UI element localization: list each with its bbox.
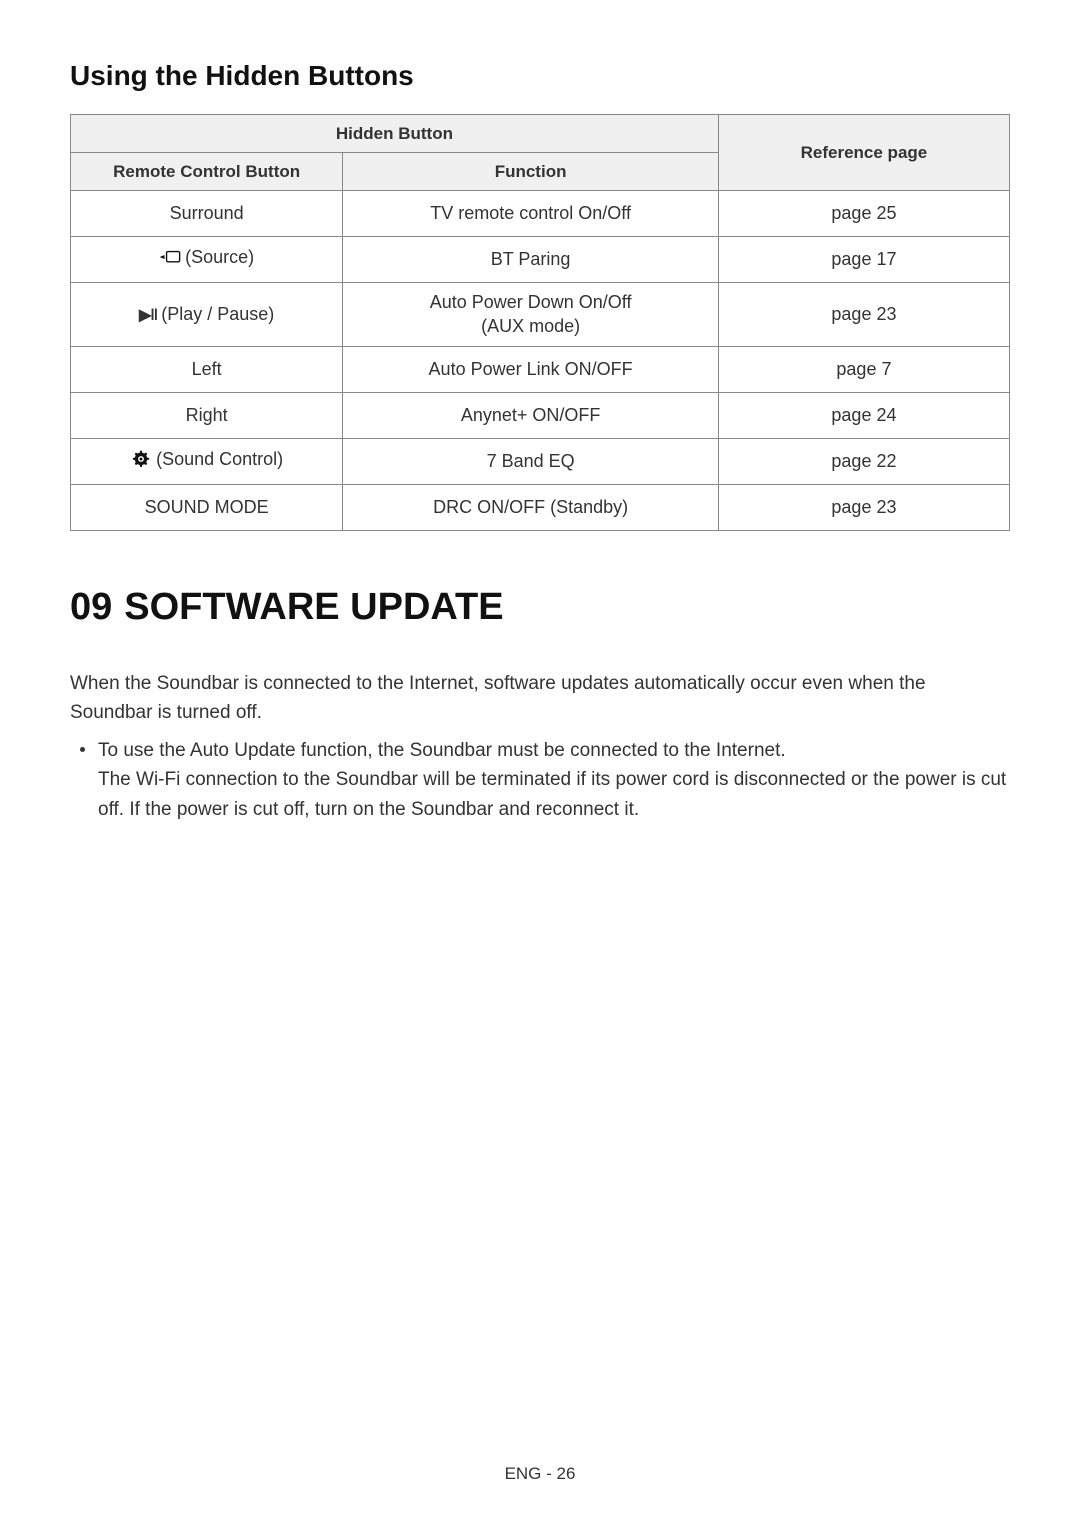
cell-remote: ▶ǁ (Play / Pause) xyxy=(71,283,343,347)
cell-ref: page 25 xyxy=(718,191,1009,237)
cell-function: BT Paring xyxy=(343,237,719,283)
cell-remote: Surround xyxy=(71,191,343,237)
bullet-list: To use the Auto Update function, the Sou… xyxy=(70,736,1010,824)
cell-remote: (Sound Control) xyxy=(71,439,343,485)
bullet-line-1: To use the Auto Update function, the Sou… xyxy=(98,740,786,761)
chapter-number: 09 xyxy=(70,586,112,629)
table-row: SOUND MODE DRC ON/OFF (Standby) page 23 xyxy=(71,485,1010,531)
chapter-title: SOFTWARE UPDATE xyxy=(124,586,503,628)
cell-function: Auto Power Down On/Off (AUX mode) xyxy=(343,283,719,347)
th-hidden-button-group: Hidden Button xyxy=(71,115,719,153)
cell-remote: Left xyxy=(71,347,343,393)
table-row: (Sound Control) 7 Band EQ page 22 xyxy=(71,439,1010,485)
source-icon xyxy=(159,247,181,267)
hidden-buttons-table: Hidden Button Reference page Remote Cont… xyxy=(70,114,1010,531)
th-reference-page: Reference page xyxy=(718,115,1009,191)
cell-ref: page 17 xyxy=(718,237,1009,283)
table-row: Left Auto Power Link ON/OFF page 7 xyxy=(71,347,1010,393)
cell-remote: SOUND MODE xyxy=(71,485,343,531)
intro-paragraph: When the Soundbar is connected to the In… xyxy=(70,669,1010,728)
cell-remote-label: (Play / Pause) xyxy=(161,304,274,325)
play-pause-icon: ▶ǁ xyxy=(139,305,157,325)
cell-ref: page 23 xyxy=(718,283,1009,347)
table-row: Right Anynet+ ON/OFF page 24 xyxy=(71,393,1010,439)
cell-remote-label: (Source) xyxy=(185,247,254,268)
cell-ref: page 23 xyxy=(718,485,1009,531)
cell-ref: page 24 xyxy=(718,393,1009,439)
cell-function-line1: Auto Power Down On/Off xyxy=(343,291,718,314)
table-row: Surround TV remote control On/Off page 2… xyxy=(71,191,1010,237)
cell-function: 7 Band EQ xyxy=(343,439,719,485)
cell-function: Auto Power Link ON/OFF xyxy=(343,347,719,393)
cell-function: DRC ON/OFF (Standby) xyxy=(343,485,719,531)
section-heading: Using the Hidden Buttons xyxy=(70,60,1010,92)
th-function: Function xyxy=(343,153,719,191)
table-row: (Source) BT Paring page 17 xyxy=(71,237,1010,283)
chapter-heading: 09 SOFTWARE UPDATE xyxy=(70,586,1010,629)
cell-ref: page 7 xyxy=(718,347,1009,393)
cell-remote-label: (Sound Control) xyxy=(156,449,283,470)
table-row: ▶ǁ (Play / Pause) Auto Power Down On/Off… xyxy=(71,283,1010,347)
cell-function-line2: (AUX mode) xyxy=(343,315,718,338)
gear-icon xyxy=(130,449,152,469)
th-remote-control-button: Remote Control Button xyxy=(71,153,343,191)
cell-function: Anynet+ ON/OFF xyxy=(343,393,719,439)
list-item: To use the Auto Update function, the Sou… xyxy=(98,736,1010,824)
cell-remote: Right xyxy=(71,393,343,439)
page-footer: ENG - 26 xyxy=(0,1464,1080,1484)
cell-remote: (Source) xyxy=(71,237,343,283)
cell-ref: page 22 xyxy=(718,439,1009,485)
cell-function: TV remote control On/Off xyxy=(343,191,719,237)
bullet-line-2: The Wi-Fi connection to the Soundbar wil… xyxy=(98,769,1006,819)
